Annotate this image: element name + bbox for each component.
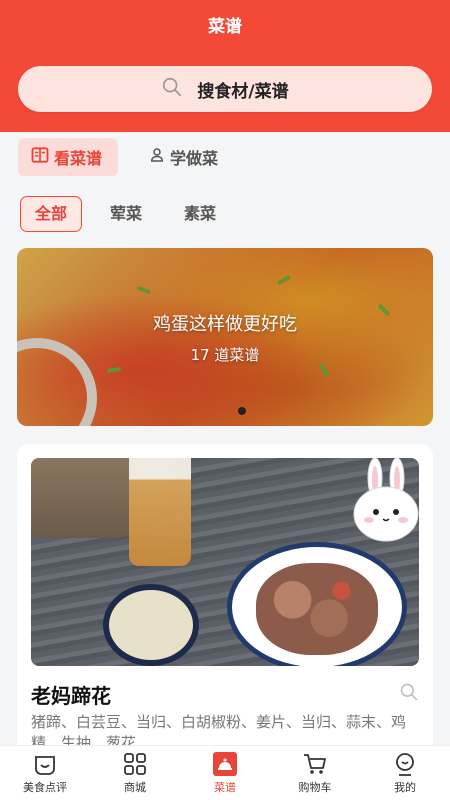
- food-review-icon: [35, 756, 55, 775]
- recipe-icon: [213, 752, 237, 776]
- filter-vegetarian[interactable]: 素菜: [182, 196, 218, 232]
- tab-mall-label: 商城: [124, 781, 146, 794]
- tab-view-recipes-label: 看菜谱: [54, 149, 103, 168]
- recipe-book-icon: [30, 145, 50, 169]
- featured-banner[interactable]: 鸡蛋这样做更好吃 17 道菜谱: [17, 248, 433, 426]
- recipe-card[interactable]: 老妈蹄花 猪蹄、白芸豆、当归、白胡椒粉、姜片、当归、蒜末、鸡精、生抽、葱花: [17, 444, 433, 764]
- carousel-indicator: [238, 407, 246, 415]
- tab-food-review[interactable]: 美食点评: [0, 746, 90, 800]
- tab-food-review-label: 美食点评: [23, 781, 67, 794]
- banner-subtitle: 17 道菜谱: [190, 346, 260, 364]
- bunny-sticker-icon: [353, 458, 419, 542]
- tab-recipes[interactable]: 菜谱: [180, 746, 270, 800]
- search-placeholder: 搜食材/菜谱: [197, 81, 289, 102]
- recipe-title: 老妈蹄花: [31, 684, 111, 708]
- tab-profile-label: 我的: [394, 781, 416, 794]
- search-bar[interactable]: 搜食材/菜谱: [18, 66, 432, 112]
- bottom-tab-bar: 美食点评 商城 菜谱 购物车 我的: [0, 745, 450, 800]
- header-bar: 菜谱 搜食材/菜谱: [0, 0, 450, 132]
- search-icon[interactable]: [399, 682, 419, 706]
- tab-learn-cooking-label: 学做菜: [170, 149, 219, 168]
- tab-cart-label: 购物车: [298, 781, 332, 794]
- search-icon: [161, 76, 183, 102]
- filter-meat[interactable]: 荤菜: [108, 196, 144, 232]
- tab-mall[interactable]: 商城: [90, 746, 180, 800]
- banner-title: 鸡蛋这样做更好吃: [153, 314, 297, 335]
- tab-view-recipes[interactable]: 看菜谱: [18, 138, 118, 176]
- grid-icon: [124, 753, 146, 775]
- tab-learn-cooking[interactable]: 学做菜: [148, 138, 218, 176]
- filter-all[interactable]: 全部: [20, 196, 82, 232]
- cart-icon: [304, 754, 326, 774]
- page-title: 菜谱: [208, 17, 242, 37]
- profile-icon: [396, 753, 414, 776]
- tab-cart[interactable]: 购物车: [270, 746, 360, 800]
- tab-profile[interactable]: 我的: [360, 746, 450, 800]
- tab-recipes-label: 菜谱: [214, 781, 236, 794]
- chef-icon: [148, 146, 166, 168]
